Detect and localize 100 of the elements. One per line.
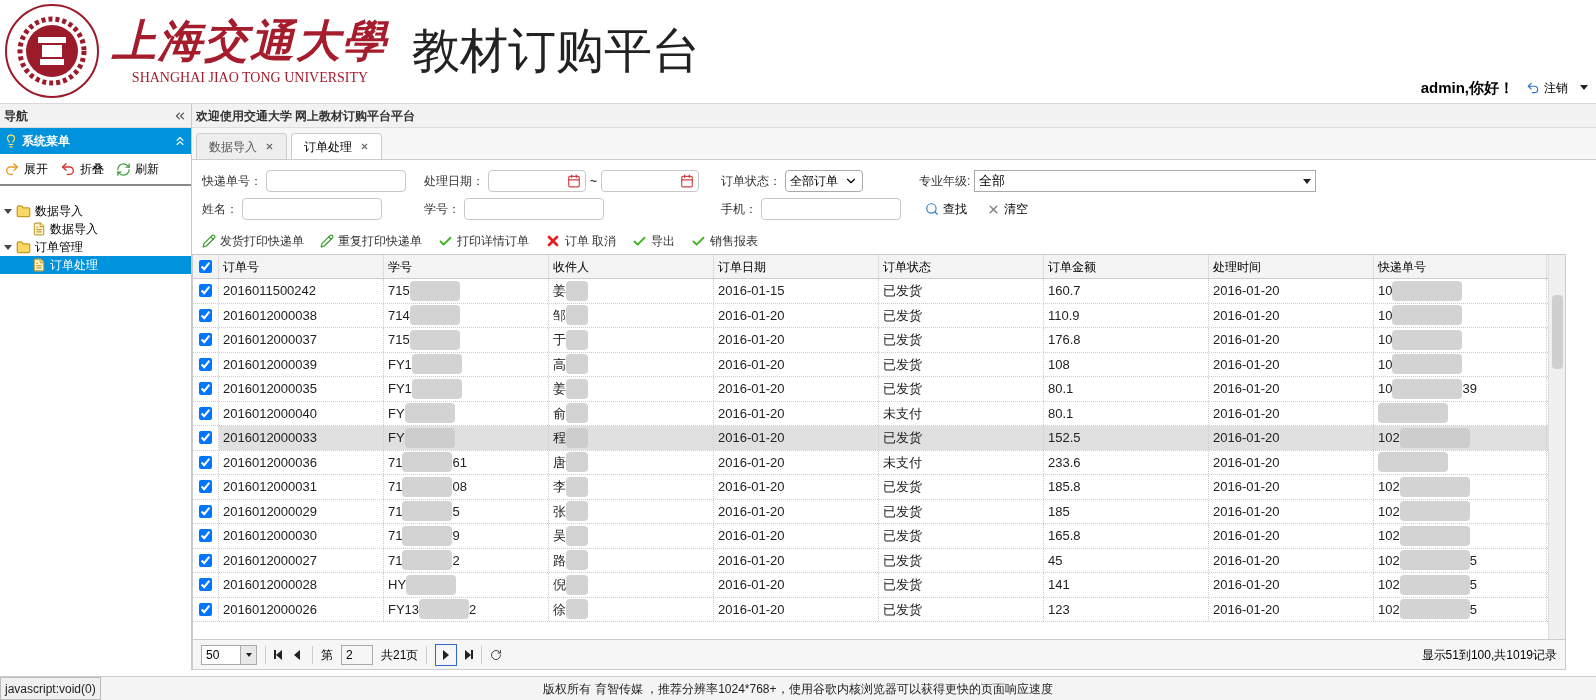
collapse-icon[interactable] [173,134,187,148]
phone-field[interactable] [761,198,901,220]
table-cell-text: 176.8 [1048,331,1081,349]
expand-triangle-icon[interactable] [4,244,12,250]
clear-button[interactable]: 清空 [987,200,1028,218]
table-cell-text: 2 [452,551,460,570]
blur-mask [1399,427,1470,448]
date-field[interactable] [488,170,586,192]
page-number-field[interactable]: 2 [341,644,373,665]
toolbar-button[interactable]: 展开 [4,160,48,178]
expand-triangle-icon[interactable] [4,208,12,214]
row-checkbox[interactable] [199,333,212,347]
column-header[interactable]: 处理时间 [1209,255,1374,278]
table-cell-text: 10 [1378,355,1393,374]
refresh-icon[interactable] [490,648,503,661]
row-checkbox[interactable] [199,284,212,298]
date-field[interactable] [601,170,699,192]
table-cell-text: 10 [1378,306,1393,325]
toolbar-button[interactable]: 折叠 [60,160,104,178]
row-checkbox[interactable] [199,431,212,445]
refresh-icon [116,161,131,177]
table-cell-text: 71 [388,527,403,545]
row-checkbox[interactable] [199,504,212,518]
tab[interactable]: 数据导入 [196,133,287,159]
caret-icon[interactable] [1580,85,1588,91]
page-size-select[interactable]: 50 [201,644,257,665]
toolbar-button[interactable]: 订单 取消 [545,232,617,250]
table-cell-text: 已发货 [883,306,922,325]
field-label: 学号： [424,201,460,218]
table-cell-text: 2016-01-20 [718,576,785,594]
tab[interactable]: 订单处理 [291,133,382,159]
toolbar-button[interactable]: 刷新 [116,160,159,178]
row-checkbox[interactable] [199,382,212,396]
toolbar-button[interactable]: 打印详情订单 [438,232,529,250]
table-cell-text: 08 [452,478,467,496]
tree-item[interactable]: 订单管理 [0,238,191,256]
table-cell-text: 10 [1378,282,1393,300]
table-cell-text: 2016012000037 [223,331,317,349]
table-cell-text: 2016-01-20 [718,404,785,423]
table-cell-text: 123 [1048,600,1070,619]
row-checkbox[interactable] [199,480,212,494]
table-cell-text: 2016-01-20 [1213,478,1280,496]
table-cell-text: 倪 [553,576,566,594]
table-cell-text: 唐 [553,453,566,472]
table-cell-text: 已发货 [883,282,922,300]
next-page-button[interactable] [435,643,458,666]
table-cell-text: 2016-01-20 [718,453,785,472]
row-checkbox[interactable] [199,578,212,592]
row-checkbox[interactable] [199,308,212,322]
table-row[interactable]: 2016012000033 FY 程 2016-01-20 已发货 152.5 2016-01-20 102 [219,426,1548,450]
column-header[interactable]: 订单号 [219,255,384,278]
table-cell-text: 2016012000027 [223,551,317,570]
column-header[interactable]: 订单日期 [714,255,879,278]
arrow-icon [60,161,76,177]
close-icon[interactable] [265,142,274,151]
blur-mask [406,574,457,595]
search-button[interactable]: 查找 [925,200,967,218]
table-cell-text: 2016-01-20 [1213,429,1280,447]
row-checkbox[interactable] [199,529,212,543]
row-checkbox[interactable] [199,455,212,469]
toolbar-button[interactable]: 发货打印快递单 [202,232,304,250]
column-header[interactable]: 快递单号 [1374,255,1547,278]
table-cell-text: 102 [1378,478,1400,496]
toolbar-button[interactable]: 导出 [632,232,676,250]
toolbar-button[interactable]: 重复打印快递单 [320,232,422,250]
table-cell-text: FY13 [388,600,420,619]
column-header[interactable]: 订单状态 [879,255,1044,278]
express-number-field[interactable] [266,170,406,192]
student-id-field[interactable] [464,198,604,220]
name-field[interactable] [242,198,382,220]
document-icon [32,258,46,272]
column-header[interactable]: 收件人 [549,255,714,278]
row-checkbox[interactable] [199,553,212,567]
back-arrow-icon [1526,80,1540,95]
field-label: 专业年级: [919,173,971,190]
toolbar-button[interactable]: 销售报表 [691,232,759,250]
status-select[interactable]: 全部订单 [785,170,863,192]
table-cell-text: 71 [388,453,403,472]
blur-mask [1392,378,1463,399]
select-all-checkbox[interactable] [199,260,212,273]
table-cell-text: 152.5 [1048,429,1081,447]
row-checkbox[interactable] [199,602,212,616]
table-cell-text: 2016-01-20 [1213,380,1280,398]
column-header[interactable]: 学号 [384,255,549,278]
close-icon [545,233,561,249]
previous-page-icon[interactable] [294,649,300,660]
scrollbar[interactable] [1548,255,1565,639]
row-checkbox[interactable] [199,406,212,420]
tree-item[interactable]: 数据导入 [0,202,191,220]
row-checkbox[interactable] [199,357,212,371]
tree-item[interactable]: 数据导入 [0,220,191,238]
first-page-icon[interactable] [274,649,282,660]
university-english-name: SHANGHAI JIAO TONG UNIVERSITY [131,68,369,87]
logout-button[interactable]: 注销 [1526,78,1568,97]
last-page-icon[interactable] [465,649,474,660]
major-select[interactable]: 全部 [974,170,1317,192]
close-icon[interactable] [360,142,369,151]
table-cell-text: 233.6 [1048,453,1081,472]
column-header[interactable]: 订单金额 [1044,255,1209,278]
table-cell-text: 2016012000039 [223,355,317,374]
